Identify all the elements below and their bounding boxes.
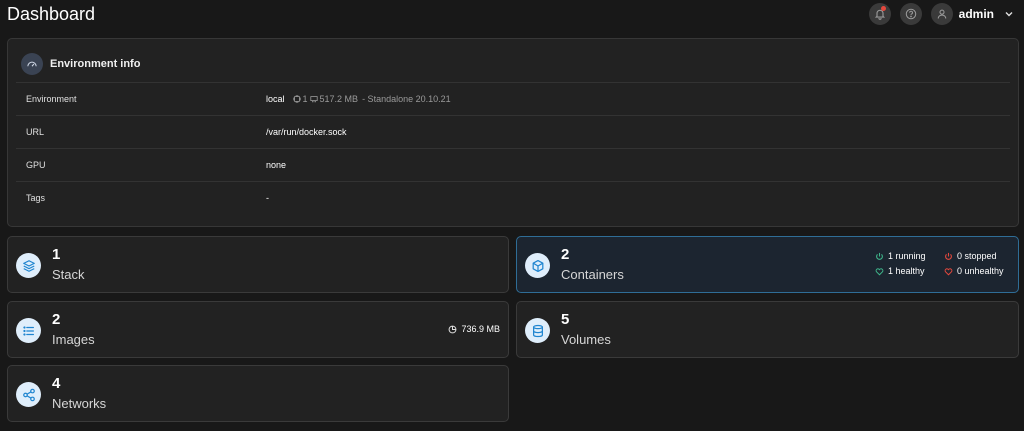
database-icon [525, 318, 550, 343]
env-row-tags: Tags - [16, 181, 1010, 214]
images-size: 736.9 MB [448, 324, 500, 334]
stopped-status: 0 stopped [944, 251, 997, 261]
containers-card[interactable]: 2 Containers 1 running 0 stopped 1 healt… [516, 236, 1019, 293]
volumes-label: Volumes [561, 332, 611, 347]
unhealthy-status: 0 unhealthy [944, 266, 1004, 276]
networks-count: 4 [52, 375, 61, 392]
images-card[interactable]: 2 Images 736.9 MB [7, 301, 509, 358]
healthy-text: 1 healthy [888, 266, 925, 276]
env-label: Environment [26, 94, 77, 104]
env-name: local [266, 94, 285, 104]
env-value: /var/run/docker.sock [266, 127, 347, 137]
user-avatar-button[interactable] [930, 3, 953, 25]
list-icon [16, 318, 41, 343]
layers-icon [16, 253, 41, 278]
top-bar: Dashboard admin [0, 0, 1024, 32]
env-row-gpu: GPU none [16, 148, 1010, 181]
page-title: Dashboard [7, 4, 96, 24]
env-row-environment: Environment local 1 517.2 MB - Standalon… [16, 82, 1010, 115]
env-value: local 1 517.2 MB - Standalone 20.10.21 [266, 94, 451, 104]
env-value: none [266, 160, 287, 170]
env-label: URL [26, 127, 45, 137]
top-actions: admin [860, 3, 1014, 25]
pie-chart-icon [449, 325, 457, 333]
env-value: - [266, 193, 269, 203]
env-title: Environment info [50, 58, 141, 70]
cpu-count: 1 [302, 94, 308, 104]
help-icon [905, 8, 916, 20]
user-icon [937, 9, 946, 19]
stack-count: 1 [52, 246, 61, 263]
memory-size: 517.2 MB [319, 94, 359, 104]
heart-broken-icon [944, 267, 953, 275]
env-meta: 1 517.2 MB - Standalone 20.10.21 [291, 94, 451, 104]
box-icon [525, 253, 550, 278]
running-text: 1 running [888, 251, 926, 261]
notification-dot [880, 6, 886, 11]
healthy-status: 1 healthy [875, 266, 925, 276]
power-icon [876, 252, 883, 260]
volumes-card[interactable]: 5 Volumes [516, 301, 1019, 358]
stopped-text: 0 stopped [957, 251, 997, 261]
env-row-url: URL /var/run/docker.sock [16, 115, 1010, 148]
containers-label: Containers [561, 267, 624, 282]
stack-label: Stack [52, 267, 85, 282]
volumes-count: 5 [561, 311, 570, 328]
help-button[interactable] [899, 3, 922, 25]
share-icon [16, 382, 41, 407]
images-size-text: 736.9 MB [461, 324, 500, 334]
env-header: Environment info [21, 53, 140, 75]
env-type: - Standalone 20.10.21 [362, 94, 451, 104]
containers-count: 2 [561, 246, 570, 263]
notifications-button[interactable] [868, 3, 891, 25]
cpu-icon [292, 95, 301, 103]
images-count: 2 [52, 311, 61, 328]
power-off-icon [945, 252, 952, 260]
chevron-down-icon[interactable] [1004, 9, 1014, 19]
username[interactable]: admin [959, 7, 994, 21]
env-label: GPU [26, 160, 46, 170]
env-label: Tags [26, 193, 46, 203]
heart-icon [875, 267, 884, 275]
networks-label: Networks [52, 396, 107, 411]
environment-info-card: Environment info Environment local 1 517… [7, 38, 1019, 227]
images-label: Images [52, 332, 95, 347]
networks-card[interactable]: 4 Networks [7, 365, 509, 422]
memory-icon [309, 96, 318, 103]
gauge-icon [21, 53, 43, 75]
running-status: 1 running [875, 251, 926, 261]
unhealthy-text: 0 unhealthy [957, 266, 1004, 276]
stack-card[interactable]: 1 Stack [7, 236, 509, 293]
